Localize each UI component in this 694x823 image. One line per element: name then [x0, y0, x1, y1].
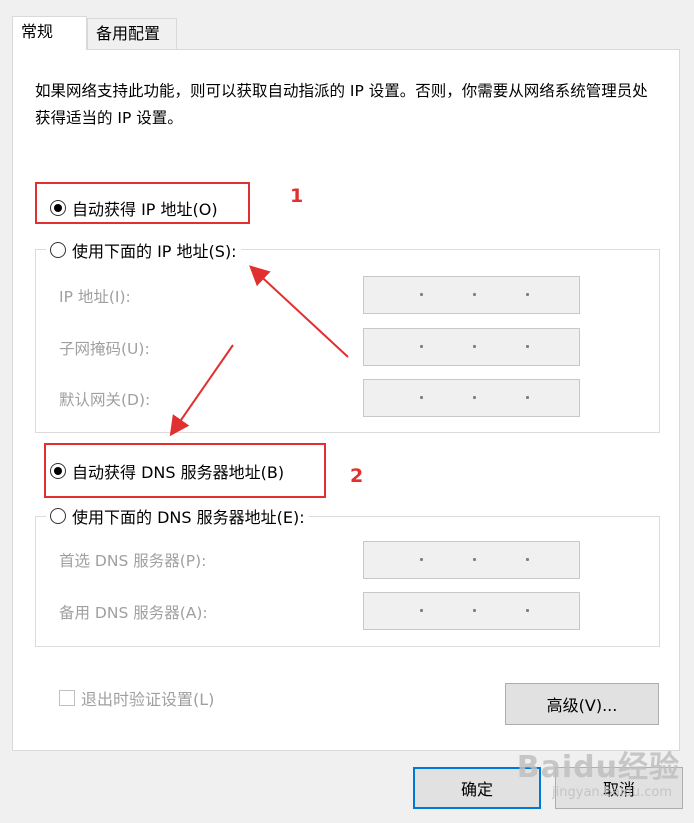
tab-general[interactable]: 常规	[12, 16, 87, 50]
annotation-arrows	[169, 265, 349, 437]
watermark-logo: Baidu经验	[516, 750, 680, 785]
watermark-url: jingyan.baidu.com	[552, 785, 672, 800]
arrow-to-auto-dns	[169, 344, 234, 437]
arrow-to-manual-ip	[249, 265, 349, 358]
